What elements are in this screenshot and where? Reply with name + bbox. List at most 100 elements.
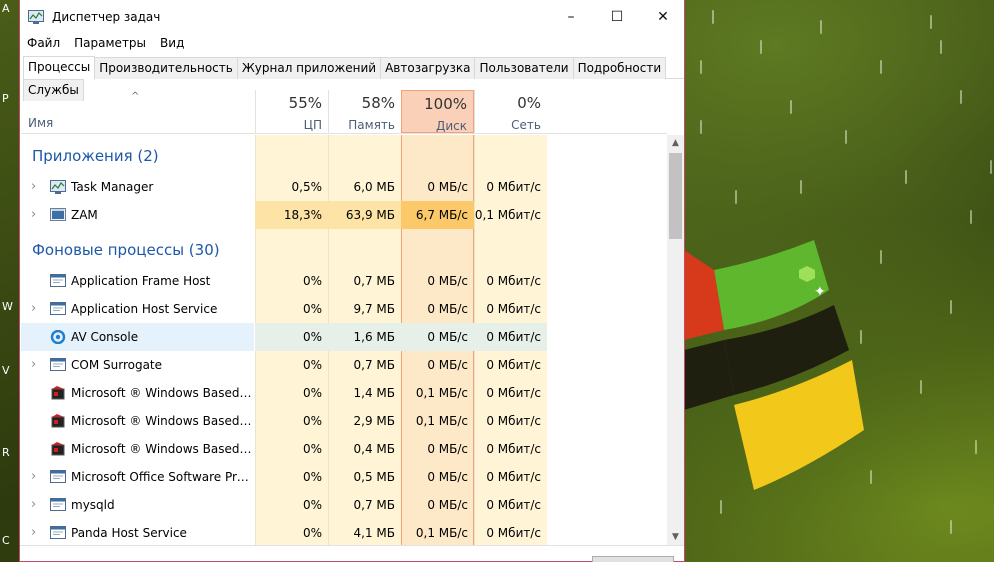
process-mem-value: 0,5 МБ (353, 470, 395, 484)
column-header-row: ^ Имя 55% ЦП 58% Память 100% Диск 0% Сет… (21, 90, 667, 134)
script-host-icon (51, 442, 65, 456)
raindrop-decoration (990, 160, 992, 174)
tab-processes[interactable]: Процессы (23, 56, 96, 80)
group-header-apps[interactable]: Приложения (2) (21, 143, 667, 171)
column-network-header[interactable]: 0% Сеть (474, 90, 547, 133)
group-header-background[interactable]: Фоновые процессы (30) (21, 237, 667, 265)
process-name: COM Surrogate (71, 358, 163, 372)
process-row[interactable]: › mysqld 0% 0,7 МБ 0 МБ/с 0 Мбит/с (21, 491, 667, 519)
process-row[interactable]: › COM Surrogate 0% 0,7 МБ 0 МБ/с 0 Мбит/с (21, 351, 667, 379)
process-net-value: 0,1 Мбит/с (474, 208, 541, 222)
zam-icon (50, 208, 66, 221)
process-disk-value: 0 МБ/с (401, 323, 474, 351)
raindrop-decoration (700, 60, 702, 74)
desktop-icon-label-fragment[interactable]: V (2, 364, 10, 377)
column-cpu-header[interactable]: 55% ЦП (255, 90, 328, 133)
process-name: Application Host Service (71, 302, 218, 316)
raindrop-decoration (920, 380, 922, 394)
process-row[interactable]: AV Console 0% 1,6 МБ 0 МБ/с 0 Мбит/с (21, 323, 667, 351)
app-row[interactable]: › Task Manager 0,5% 6,0 МБ 0 МБ/с 0 Мбит/с (21, 173, 667, 201)
raindrop-decoration (760, 40, 762, 54)
window-icon (50, 274, 66, 287)
process-mem-value: 9,7 МБ (353, 302, 395, 316)
tab-strip: Процессы Производительность Журнал приложе… (23, 56, 684, 101)
expand-chevron-icon[interactable]: › (31, 497, 36, 512)
desktop-icon-label-fragment[interactable]: C (2, 534, 10, 547)
desktop-icon-label-fragment[interactable]: P (2, 92, 9, 105)
process-name: Microsoft ® Windows Based Sc... (71, 414, 253, 428)
minimize-button[interactable]: – (548, 0, 594, 34)
expand-chevron-icon[interactable]: › (31, 207, 36, 222)
process-net-value: 0 Мбит/с (486, 180, 541, 194)
raindrop-decoration (870, 470, 872, 484)
raindrop-decoration (940, 40, 942, 54)
process-row[interactable]: Microsoft ® Windows Based Sc... 0% 2,9 МБ 0… (21, 407, 667, 435)
scroll-down-icon[interactable]: ▼ (667, 529, 684, 545)
expand-chevron-icon[interactable]: › (31, 469, 36, 484)
process-mem-value: 0,7 МБ (353, 358, 395, 372)
close-button[interactable]: ✕ (640, 0, 686, 34)
process-disk-value: 0 МБ/с (427, 470, 468, 484)
process-row[interactable]: Microsoft ® Windows Based Sc... 0% 0,4 МБ 0… (21, 435, 667, 463)
tab-performance[interactable]: Производительность (94, 57, 238, 79)
sort-arrow-icon: ^ (131, 91, 140, 102)
process-row[interactable]: › Microsoft Office Software Prote... 0% 0,5… (21, 463, 667, 491)
raindrop-decoration (820, 20, 822, 34)
column-memory-header[interactable]: 58% Память (328, 90, 401, 133)
expand-chevron-icon[interactable]: › (31, 525, 36, 540)
disk-label: Диск (435, 119, 467, 133)
raindrop-decoration (880, 250, 882, 264)
raindrop-decoration (975, 440, 977, 454)
process-row[interactable]: › Application Host Service 0% 9,7 МБ 0 МБ/с 0… (21, 295, 667, 323)
process-name: Microsoft ® Windows Based Sc... (71, 442, 253, 456)
footer-bar (20, 545, 684, 562)
process-net-value: 0 Мбит/с (486, 526, 541, 540)
raindrop-decoration (790, 100, 792, 114)
group-title-apps: Приложения (2) (32, 147, 159, 165)
process-name: mysqld (71, 498, 115, 512)
process-cpu-value: 0% (302, 414, 322, 428)
desktop-icon-label-fragment[interactable]: W (2, 300, 13, 313)
expand-chevron-icon[interactable]: › (31, 301, 36, 316)
title-bar[interactable]: Диспетчер задач – ☐ ✕ (20, 0, 684, 36)
process-name: Microsoft ® Windows Based Sc... (71, 386, 253, 400)
tab-users[interactable]: Пользователи (474, 57, 574, 79)
desktop-icon-label-fragment[interactable]: A (2, 2, 10, 15)
process-cpu-value: 0,5% (291, 180, 323, 194)
column-disk-header[interactable]: 100% Диск (401, 90, 474, 133)
process-net-value: 0 Мбит/с (486, 470, 541, 484)
window-icon (50, 470, 66, 483)
raindrop-decoration (905, 170, 907, 184)
expand-chevron-icon[interactable]: › (31, 357, 36, 372)
menu-options[interactable]: Параметры (67, 34, 153, 52)
raindrop-decoration (860, 330, 862, 344)
tab-app-history[interactable]: Журнал приложений (236, 57, 382, 79)
memory-label: Память (348, 118, 395, 132)
process-disk-value: 0 МБ/с (427, 498, 468, 512)
column-name-header[interactable]: Имя (28, 116, 53, 130)
vertical-scrollbar[interactable]: ▲ ▼ (667, 135, 684, 545)
scroll-thumb[interactable] (669, 153, 682, 239)
windows-logo-art: ✦ (684, 240, 864, 490)
process-row[interactable]: › Panda Host Service 0% 4,1 МБ 0,1 МБ/с 0 Мби… (21, 519, 667, 545)
desktop-icon-label-fragment[interactable]: R (2, 446, 10, 459)
end-task-button[interactable] (592, 556, 674, 562)
process-net-value: 0 Мбит/с (486, 414, 541, 428)
scroll-up-icon[interactable]: ▲ (667, 135, 684, 151)
raindrop-decoration (720, 500, 722, 514)
process-row[interactable]: Microsoft ® Windows Based Sc... 0% 1,4 МБ 0… (21, 379, 667, 407)
tab-startup[interactable]: Автозагрузка (380, 57, 476, 79)
process-name: ZAM (71, 208, 98, 222)
menu-view[interactable]: Вид (153, 34, 191, 52)
tab-details[interactable]: Подробности (572, 57, 667, 79)
process-disk-value: 0,1 МБ/с (415, 526, 468, 540)
expand-chevron-icon[interactable]: › (31, 179, 36, 194)
process-name: Task Manager (71, 180, 154, 194)
menu-file[interactable]: Файл (20, 34, 67, 52)
process-disk-value: 0,1 МБ/с (415, 414, 468, 428)
process-net-value: 0 Мбит/с (486, 302, 541, 316)
process-row[interactable]: Application Frame Host 0% 0,7 МБ 0 МБ/с 0 Мб… (21, 267, 667, 295)
maximize-button[interactable]: ☐ (594, 0, 640, 34)
app-row[interactable]: › ZAM 18,3% 63,9 МБ 6,7 МБ/с 0,1 Мбит/с (21, 201, 667, 229)
process-cpu-value: 0% (302, 470, 322, 484)
